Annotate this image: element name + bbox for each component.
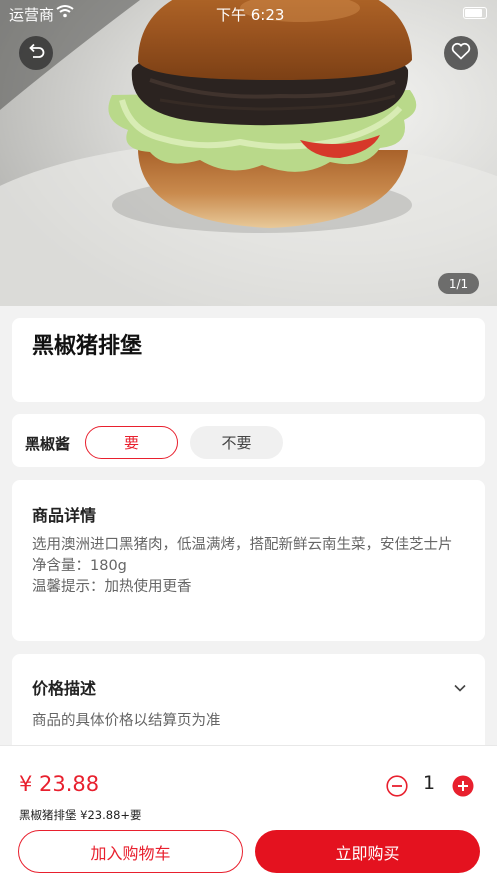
minus-circle-icon[interactable]	[386, 775, 408, 801]
option-no-button[interactable]: 不要	[190, 426, 283, 459]
selection-summary: 黑椒猪排堡 ¥23.88+要	[19, 808, 142, 822]
option-card: 黑椒酱 要 不要	[12, 414, 485, 467]
carrier-label: 运营商	[9, 6, 55, 24]
details-line: 净含量：180g	[32, 558, 127, 574]
details-line: 选用澳洲进口黑猪肉，低温满烤，搭配新鲜云南生菜，安佳芝士片	[32, 537, 453, 553]
details-line: 温馨提示：加热使用更香	[32, 579, 192, 595]
details-title: 商品详情	[32, 506, 97, 525]
product-title: 黑椒猪排堡	[32, 334, 143, 359]
burger-illustration	[0, 0, 497, 306]
status-bar: 运营商 下午 6:23	[0, 0, 497, 26]
price-description-card[interactable]: 价格描述 商品的具体价格以结算页为准	[12, 654, 485, 754]
product-image[interactable]	[0, 0, 497, 306]
favorite-button[interactable]	[444, 36, 478, 70]
option-yes-button[interactable]: 要	[85, 426, 178, 459]
heart-icon	[451, 42, 471, 64]
image-pager: 1/1	[438, 273, 479, 294]
cart-bar: ¥ 23.88 黑椒猪排堡 ¥23.88+要 1 加入购物车 立即购买	[0, 745, 497, 883]
clock: 下午 6:23	[216, 6, 285, 24]
plus-circle-icon[interactable]	[452, 775, 474, 801]
add-to-cart-button[interactable]: 加入购物车	[18, 830, 243, 873]
back-button[interactable]	[19, 36, 53, 70]
option-label: 黑椒酱	[25, 435, 71, 453]
title-card: 黑椒猪排堡	[12, 318, 485, 402]
price-section-title: 价格描述	[32, 679, 97, 698]
battery-icon	[463, 7, 487, 19]
chevron-down-icon[interactable]	[453, 678, 467, 697]
total-price: ¥ 23.88	[19, 772, 100, 796]
details-card: 商品详情 选用澳洲进口黑猪肉，低温满烤，搭配新鲜云南生菜，安佳芝士片 净含量：1…	[12, 480, 485, 641]
wifi-icon	[56, 4, 74, 22]
quantity-value: 1	[422, 772, 436, 794]
buy-now-button[interactable]: 立即购买	[255, 830, 480, 873]
back-icon	[27, 42, 45, 64]
details-text: 选用澳洲进口黑猪肉，低温满烤，搭配新鲜云南生菜，安佳芝士片 净含量：180g 温…	[32, 535, 467, 598]
price-description: 商品的具体价格以结算页为准	[32, 713, 221, 729]
